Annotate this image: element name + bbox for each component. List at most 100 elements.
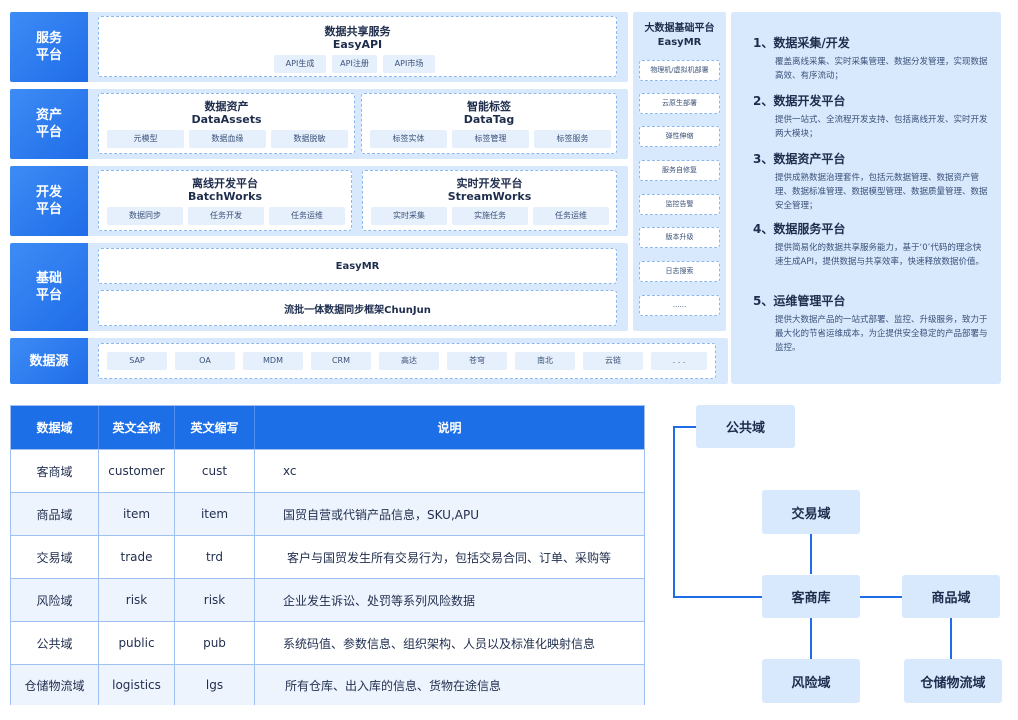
bigdata-title: 大数据基础平台 — [644, 23, 715, 34]
cell-english: risk — [99, 579, 175, 621]
layer-label-service: 服务 平台 — [10, 12, 88, 82]
table-row: 风险域 risk risk 企业发生诉讼、处罚等系列风险数据 — [11, 578, 644, 621]
desc-item-asset: 3、数据资产平台 提供成熟数据治理套件，包括元数据管理、数据资产管理、数据标准管… — [753, 150, 988, 213]
streamworks-subtitle: StreamWorks — [447, 190, 532, 203]
edge-public-horizontal — [673, 426, 696, 428]
bigdata-platform-column: 大数据基础平台 EasyMR 物理机/虚拟机部署 云原生部署 弹性伸缩 服务自修… — [633, 12, 726, 331]
desc-item-service: 4、数据服务平台 提供简易化的数据共享服务能力，基于‘0’代码的理念快速生成AP… — [753, 220, 988, 269]
source-box: SAP OA MDM CRM 高达 苍穹 南北 云链 . . . — [98, 343, 716, 379]
cell-abbr: pub — [175, 622, 255, 664]
cell-abbr: trd — [175, 536, 255, 578]
layer-body-dev: 离线开发平台 BatchWorks 数据同步 任务开发 任务运维 实时开发平台 … — [88, 166, 628, 236]
easyapi-box: 数据共享服务 EasyAPI API生成 API注册 API市场 — [98, 16, 617, 77]
cell-desc: 所有仓库、出入库的信息、货物在途信息 — [285, 678, 502, 693]
source-cangqiong: 苍穹 — [447, 352, 507, 370]
cell-english: item — [99, 493, 175, 535]
bigdata-subtitle: EasyMR — [657, 37, 702, 48]
chip-api-market: API市场 — [383, 55, 435, 73]
bigdata-item: ...... — [639, 295, 720, 316]
cell-domain: 商品域 — [11, 493, 99, 535]
cell-english: logistics — [99, 665, 175, 705]
chip-metamodel: 元模型 — [107, 130, 184, 148]
cell-domain: 交易域 — [11, 536, 99, 578]
layer-label-base: 基础 平台 — [10, 243, 88, 331]
edge-customer-to-risk — [810, 618, 812, 659]
description-panel: 1、数据采集/开发 覆盖离线采集、实时采集管理、数据分发管理，实现数据高效、有序… — [731, 12, 1001, 384]
easyapi-title: 数据共享服务 — [324, 25, 391, 38]
easymr-bar: EasyMR — [98, 248, 617, 284]
node-customer-repo: 客商库 — [762, 575, 860, 618]
dataassets-title: 数据资产 — [204, 100, 249, 113]
cell-desc: 企业发生诉讼、处罚等系列风险数据 — [283, 593, 476, 608]
chip-api-gen: API生成 — [274, 55, 326, 73]
cell-domain: 公共域 — [11, 622, 99, 664]
source-sap: SAP — [107, 352, 167, 370]
chip-lineage: 数据血缘 — [189, 130, 266, 148]
datatag-subtitle: DataTag — [463, 113, 515, 126]
desc-text: 提供成熟数据治理套件，包括元数据管理、数据资产管理、数据标准管理、数据模型管理、… — [775, 173, 988, 211]
chip-masking: 数据脱敏 — [271, 130, 348, 148]
batchworks-box: 离线开发平台 BatchWorks 数据同步 任务开发 任务运维 — [98, 170, 352, 231]
cell-english: public — [99, 622, 175, 664]
chip-data-sync: 数据同步 — [107, 207, 183, 225]
cell-domain: 风险域 — [11, 579, 99, 621]
table-row: 商品域 item item 国贸自营或代销产品信息，SKU,APU — [11, 492, 644, 535]
chip-api-reg: API注册 — [332, 55, 377, 73]
desc-title: 1、数据采集/开发 — [753, 36, 850, 50]
desc-item-collect: 1、数据采集/开发 覆盖离线采集、实时采集管理、数据分发管理，实现数据高效、有序… — [753, 34, 988, 83]
cell-abbr: risk — [175, 579, 255, 621]
layer-label-asset: 资产 平台 — [10, 89, 88, 159]
chip-impl-task: 实施任务 — [452, 207, 528, 225]
desc-title: 5、运维管理平台 — [753, 294, 846, 308]
bigdata-item: 日志搜索 — [639, 261, 720, 282]
batchworks-subtitle: BatchWorks — [187, 190, 262, 203]
cell-english: trade — [99, 536, 175, 578]
layer-body-base: EasyMR 流批一体数据同步框架ChunJun — [88, 243, 628, 331]
layer-body-service: 数据共享服务 EasyAPI API生成 API注册 API市场 — [88, 12, 628, 82]
source-more: . . . — [651, 352, 707, 370]
chip-realtime-collect: 实时采集 — [371, 207, 447, 225]
cell-desc: 客户与国贸发生所有交易行为，包括交易合同、订单、采购等 — [287, 550, 612, 565]
bigdata-item: 服务自修复 — [639, 160, 720, 181]
chip-tag-manage: 标签管理 — [452, 130, 529, 148]
chip-task-ops: 任务运维 — [269, 207, 345, 225]
bigdata-item: 弹性伸缩 — [639, 126, 720, 147]
cell-domain: 客商域 — [11, 450, 99, 492]
cell-desc: xc — [283, 464, 297, 478]
source-nanbei: 南北 — [515, 352, 575, 370]
dataassets-box: 数据资产 DataAssets 元模型 数据血缘 数据脱敏 — [98, 93, 355, 154]
bigdata-item: 版本升级 — [639, 227, 720, 248]
desc-title: 3、数据资产平台 — [753, 152, 846, 166]
desc-text: 覆盖离线采集、实时采集管理、数据分发管理，实现数据高效、有序流动； — [775, 57, 988, 81]
node-public-domain: 公共域 — [696, 405, 795, 448]
desc-title: 2、数据开发平台 — [753, 94, 846, 108]
header-domain: 数据域 — [11, 406, 99, 449]
streamworks-title: 实时开发平台 — [456, 177, 523, 190]
source-crm: CRM — [311, 352, 371, 370]
chip-task-ops-2: 任务运维 — [533, 207, 609, 225]
desc-item-dev: 2、数据开发平台 提供一站式、全流程开发支持、包括离线开发、实时开发两大模块； — [753, 92, 988, 141]
easyapi-subtitle: EasyAPI — [332, 38, 383, 51]
table-row: 交易域 trade trd 客户与国贸发生所有交易行为，包括交易合同、订单、采购… — [11, 535, 644, 578]
streamworks-box: 实时开发平台 StreamWorks 实时采集 实施任务 任务运维 — [362, 170, 617, 231]
domain-table: 数据域 英文全称 英文缩写 说明 客商域 customer cust xc 商品… — [10, 405, 645, 705]
header-abbr: 英文缩写 — [175, 406, 255, 449]
cell-desc: 系统码值、参数信息、组织架构、人员以及标准化映射信息 — [283, 636, 596, 651]
header-desc: 说明 — [437, 421, 462, 435]
bigdata-item: 物理机/虚拟机部署 — [639, 60, 720, 81]
datatag-title: 智能标签 — [467, 100, 511, 113]
chunjun-bar: 流批一体数据同步框架ChunJun — [98, 290, 617, 326]
layer-label-source: 数据源 — [10, 338, 88, 384]
header-english-name: 英文全称 — [99, 406, 175, 449]
table-row: 公共域 public pub 系统码值、参数信息、组织架构、人员以及标准化映射信… — [11, 621, 644, 664]
edge-customer-to-item — [860, 596, 902, 598]
node-trade-domain: 交易域 — [762, 490, 860, 534]
desc-item-ops: 5、运维管理平台 提供大数据产品的一站式部署、监控、升级服务，致力于最大化的节省… — [753, 292, 988, 355]
desc-text: 提供简易化的数据共享服务能力，基于‘0’代码的理念快速生成API，提供数据与共享… — [775, 243, 984, 267]
source-oa: OA — [175, 352, 235, 370]
source-mdm: MDM — [243, 352, 303, 370]
chip-task-dev: 任务开发 — [188, 207, 264, 225]
cell-domain: 仓储物流域 — [11, 665, 99, 705]
bigdata-item: 监控告警 — [639, 194, 720, 215]
edge-public-to-customer — [673, 596, 762, 598]
